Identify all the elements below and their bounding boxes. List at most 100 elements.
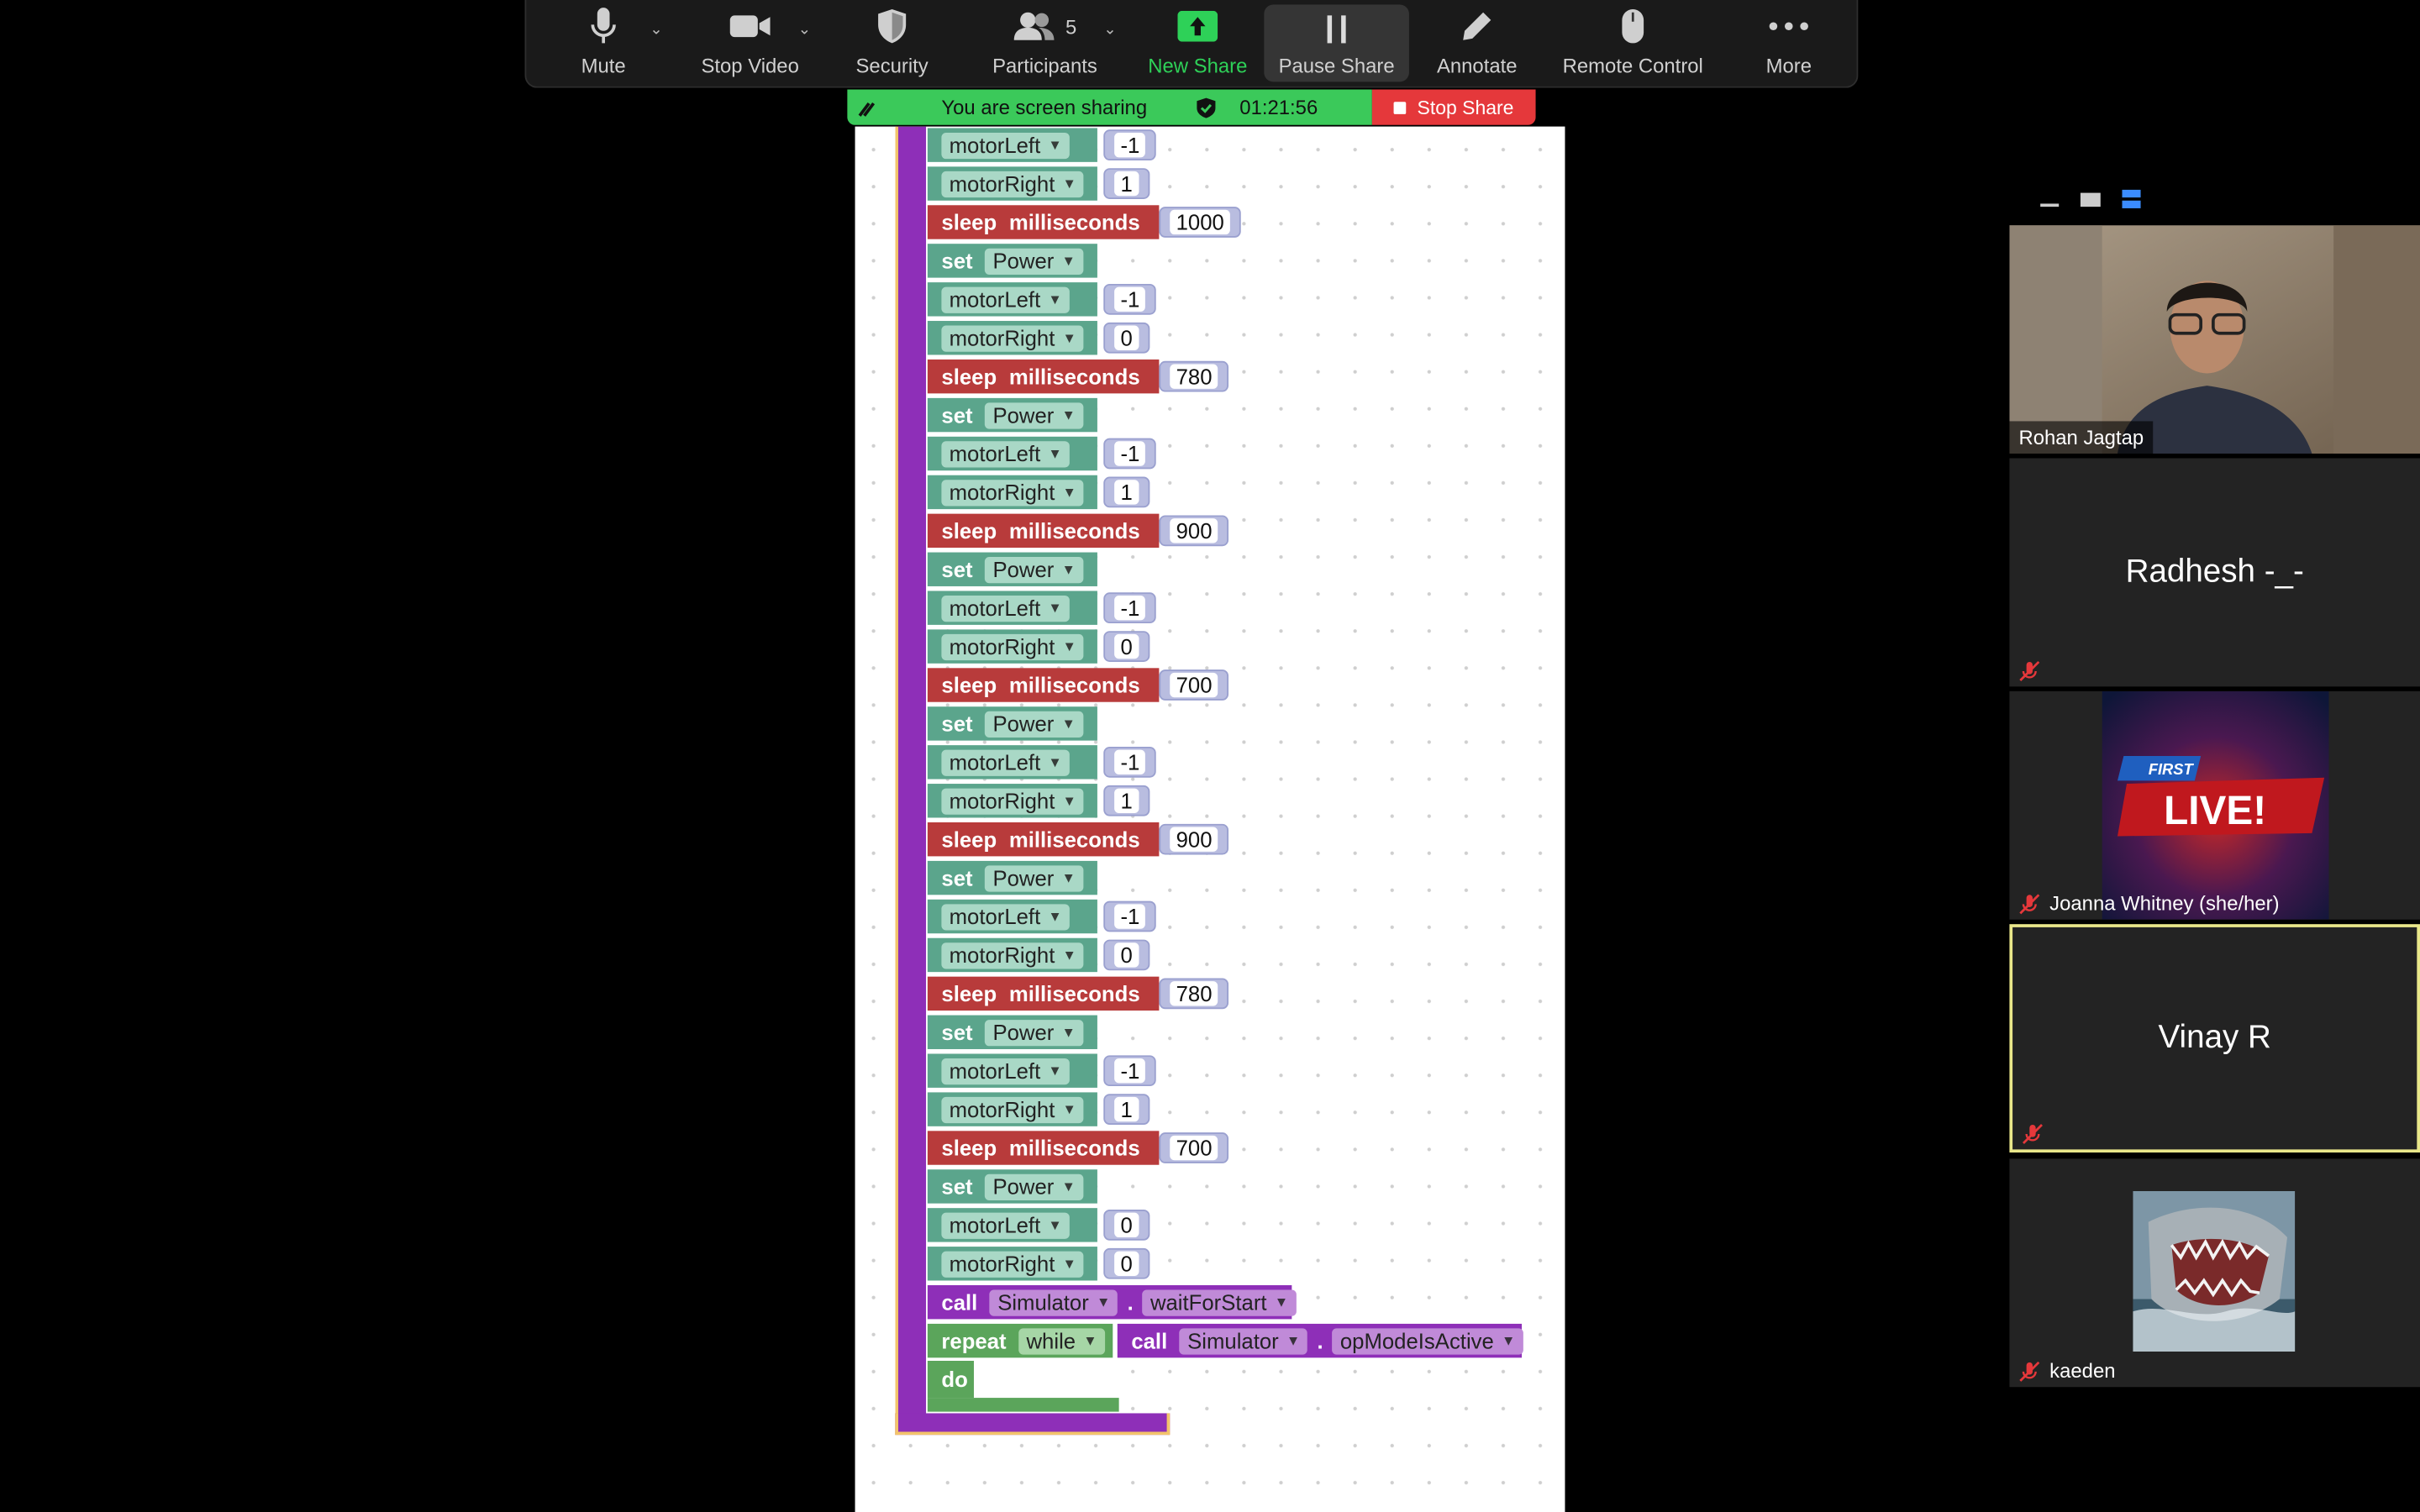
motor-left-socket[interactable]: motorLeft ▼ — [927, 436, 1097, 471]
wait-for-start-dropdown[interactable]: waitForStart ▼ — [1142, 1289, 1297, 1315]
power-dropdown[interactable]: Power ▼ — [985, 247, 1084, 275]
while-dropdown[interactable]: while ▼ — [1018, 1327, 1105, 1354]
sleep-milliseconds-value[interactable]: 900 — [1159, 515, 1229, 547]
motor-right-dropdown[interactable]: motorRight ▼ — [941, 170, 1085, 197]
sleep-milliseconds-value[interactable]: 1000 — [1159, 207, 1242, 238]
drag-handle-icon[interactable] — [856, 97, 878, 118]
motor-left-dropdown[interactable]: motorLeft ▼ — [941, 595, 1070, 622]
set-power-block[interactable]: set Power ▼ — [927, 244, 1097, 278]
motor-right-power-value[interactable]: 1 — [1103, 168, 1150, 199]
sleep-block[interactable]: sleep milliseconds — [927, 822, 1160, 857]
sleep-block[interactable]: sleep milliseconds — [927, 1131, 1160, 1165]
do-statement-slot[interactable] — [976, 1365, 1116, 1394]
set-power-block[interactable]: set Power ▼ — [927, 1169, 1097, 1204]
security-button[interactable]: Security — [841, 0, 943, 87]
participant-tile-joanna[interactable]: FIRST LIVE! Joanna Whitney (she/her) — [2009, 690, 2420, 920]
motor-right-socket[interactable]: motorRight ▼ — [927, 937, 1097, 973]
motor-right-socket[interactable]: motorRight ▼ — [927, 321, 1097, 355]
motor-right-socket[interactable]: motorRight ▼ — [927, 475, 1097, 510]
motor-left-socket[interactable]: motorLeft ▼ — [927, 282, 1097, 317]
motor-left-power-value[interactable]: -1 — [1103, 283, 1157, 315]
sleep-milliseconds-value[interactable]: 780 — [1159, 360, 1229, 392]
motor-left-socket[interactable]: motorLeft ▼ — [927, 899, 1097, 934]
remote-control-button[interactable]: Remote Control — [1551, 0, 1715, 87]
opmode-function-container[interactable] — [895, 126, 927, 1436]
set-power-block[interactable]: set Power ▼ — [927, 397, 1097, 433]
motor-right-power-value[interactable]: 0 — [1103, 631, 1150, 662]
motor-left-socket[interactable]: motorLeft ▼ — [927, 591, 1097, 625]
motor-left-socket[interactable]: motorLeft ▼ — [927, 128, 1097, 162]
motor-right-power-value[interactable]: 1 — [1103, 785, 1150, 816]
motor-left-socket[interactable]: motorLeft ▼ — [927, 1208, 1097, 1242]
sleep-block[interactable]: sleep milliseconds — [927, 205, 1160, 239]
call-wait-for-start-block[interactable]: call Simulator ▼ . waitForStart ▼ — [927, 1285, 1297, 1320]
set-power-block[interactable]: set Power ▼ — [927, 706, 1097, 741]
mute-button[interactable]: Mute — [560, 0, 647, 87]
motor-right-dropdown[interactable]: motorRight ▼ — [941, 324, 1085, 351]
power-dropdown[interactable]: Power ▼ — [985, 1019, 1084, 1046]
power-dropdown[interactable]: Power ▼ — [985, 402, 1084, 428]
sleep-block[interactable]: sleep milliseconds — [927, 976, 1160, 1011]
minimize-view-icon[interactable] — [2040, 203, 2060, 207]
simulator-dropdown[interactable]: Simulator ▼ — [990, 1289, 1118, 1315]
motor-right-power-value[interactable]: 1 — [1103, 1094, 1150, 1125]
participants-options-chevron-icon[interactable]: ⌄ — [1103, 22, 1116, 39]
annotate-button[interactable]: Annotate — [1428, 0, 1527, 87]
mute-options-chevron-icon[interactable]: ⌄ — [650, 22, 662, 39]
sleep-block[interactable]: sleep milliseconds — [927, 359, 1160, 394]
motor-right-dropdown[interactable]: motorRight ▼ — [941, 1250, 1085, 1277]
motor-right-dropdown[interactable]: motorRight ▼ — [941, 942, 1085, 969]
motor-right-socket[interactable]: motorRight ▼ — [927, 629, 1097, 664]
power-dropdown[interactable]: Power ▼ — [985, 710, 1084, 738]
sleep-block[interactable]: sleep milliseconds — [927, 513, 1160, 549]
motor-left-dropdown[interactable]: motorLeft ▼ — [941, 1211, 1070, 1238]
power-dropdown[interactable]: Power ▼ — [985, 864, 1084, 891]
more-button[interactable]: More — [1745, 0, 1832, 87]
motor-right-socket[interactable]: motorRight ▼ — [927, 1247, 1097, 1281]
sleep-block[interactable]: sleep milliseconds — [927, 668, 1160, 702]
stop-video-button[interactable]: Stop Video — [687, 0, 813, 87]
do-block[interactable]: do — [927, 1361, 974, 1399]
motor-left-power-value[interactable]: -1 — [1103, 438, 1157, 470]
motor-left-dropdown[interactable]: motorLeft ▼ — [941, 132, 1070, 159]
motor-right-dropdown[interactable]: motorRight ▼ — [941, 787, 1085, 814]
stop-share-button[interactable]: Stop Share — [1371, 89, 1536, 125]
new-share-button[interactable]: New Share — [1139, 0, 1257, 87]
blocks-workspace[interactable]: motorLeft ▼ -1 motorRight ▼ 1 sleep millisecond… — [855, 126, 1565, 1512]
motor-right-power-value[interactable]: 0 — [1103, 1247, 1150, 1279]
motor-left-power-value[interactable]: -1 — [1103, 129, 1157, 161]
sleep-milliseconds-value[interactable]: 900 — [1159, 823, 1229, 855]
sleep-milliseconds-value[interactable]: 700 — [1159, 669, 1229, 701]
sleep-milliseconds-value[interactable]: 780 — [1159, 978, 1229, 1010]
motor-right-dropdown[interactable]: motorRight ▼ — [941, 479, 1085, 506]
participant-tile-radhesh[interactable]: Radhesh -_- — [2009, 458, 2420, 687]
set-power-block[interactable]: set Power ▼ — [927, 1015, 1097, 1049]
motor-right-power-value[interactable]: 0 — [1103, 322, 1150, 354]
motor-left-power-value[interactable]: -1 — [1103, 900, 1157, 932]
participant-tile-rohan[interactable]: Rohan Jagtap — [2009, 225, 2420, 454]
power-dropdown[interactable]: Power ▼ — [985, 1173, 1084, 1200]
motor-left-dropdown[interactable]: motorLeft ▼ — [941, 440, 1070, 467]
set-power-block[interactable]: set Power ▼ — [927, 552, 1097, 586]
participant-tile-vinay[interactable]: Vinay R — [2009, 924, 2420, 1153]
set-power-block[interactable]: set Power ▼ — [927, 860, 1097, 895]
motor-right-dropdown[interactable]: motorRight ▼ — [941, 1096, 1085, 1123]
motor-right-dropdown[interactable]: motorRight ▼ — [941, 633, 1085, 660]
motor-right-power-value[interactable]: 1 — [1103, 476, 1150, 508]
motor-left-power-value[interactable]: -1 — [1103, 1055, 1157, 1087]
motor-left-dropdown[interactable]: motorLeft ▼ — [941, 748, 1070, 775]
repeat-while-block[interactable]: repeat while ▼ — [927, 1323, 1113, 1358]
motor-right-socket[interactable]: motorRight ▼ — [927, 784, 1097, 818]
motor-right-socket[interactable]: motorRight ▼ — [927, 166, 1097, 201]
motor-left-dropdown[interactable]: motorLeft ▼ — [941, 286, 1070, 312]
sleep-milliseconds-value[interactable]: 700 — [1159, 1132, 1229, 1163]
power-dropdown[interactable]: Power ▼ — [985, 556, 1084, 583]
participant-tile-kaeden[interactable]: kaeden — [2009, 1158, 2420, 1388]
gallery-strip-icon[interactable] — [2122, 189, 2141, 208]
pause-share-button[interactable]: Pause Share — [1264, 4, 1409, 82]
motor-right-socket[interactable]: motorRight ▼ — [927, 1092, 1097, 1126]
call-op-mode-is-active-block[interactable]: call Simulator ▼ . opModeIsActive ▼ — [1117, 1323, 1523, 1358]
simulator-dropdown[interactable]: Simulator ▼ — [1179, 1327, 1308, 1354]
op-mode-is-active-dropdown[interactable]: opModeIsActive ▼ — [1332, 1327, 1523, 1354]
motor-left-dropdown[interactable]: motorLeft ▼ — [941, 903, 1070, 930]
